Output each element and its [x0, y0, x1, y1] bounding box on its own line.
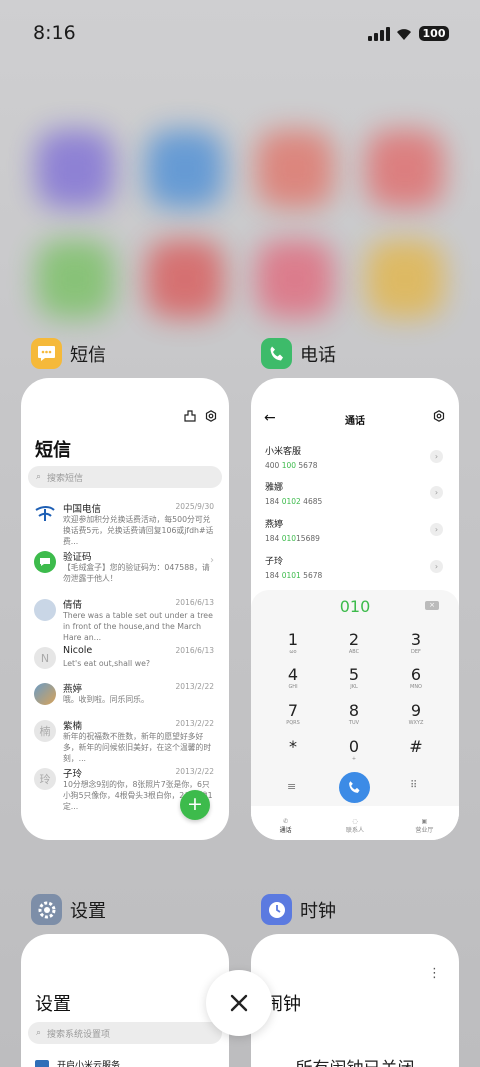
verification-code-avatar [34, 551, 56, 573]
dial-key-8[interactable]: 8 TUV [324, 702, 384, 727]
message-row[interactable]: 倩倩 2016/6/13 There was a table set out u… [21, 597, 229, 645]
clear-all-button[interactable] [206, 970, 272, 1036]
dial-key-1[interactable]: 1 ωo [263, 631, 323, 656]
dial-key-5[interactable]: 5 JKL [324, 666, 384, 691]
settings-title: 设置 [35, 994, 71, 1015]
store-icon: ▣ [421, 818, 428, 825]
contact-row[interactable]: 雅娜 184 0102 4685 › [265, 480, 445, 510]
avatar [34, 599, 56, 621]
dial-key-hash[interactable]: # [386, 738, 446, 756]
avatar [34, 683, 56, 705]
phone-icon [349, 781, 360, 793]
settings-app-card[interactable]: 设置 ⌕ 搜索系统设置项 开启小米云服务 [21, 934, 229, 1067]
dial-key-9[interactable]: 9 WXYZ [386, 702, 446, 727]
dial-key-6[interactable]: 6 MNO [386, 666, 446, 691]
app-name-settings: 设置 [70, 900, 106, 922]
wifi-icon [397, 29, 411, 40]
app-header-phone[interactable]: 电话 [261, 338, 336, 369]
more-options-icon[interactable]: ⋮ [428, 966, 441, 981]
avatar: N [34, 647, 56, 669]
dial-key-star[interactable]: * [263, 738, 323, 756]
avatar: 玲 [34, 768, 56, 790]
backspace-icon[interactable]: × [425, 601, 439, 610]
chevron-right-icon[interactable]: › [430, 450, 443, 463]
messages-search-input[interactable]: ⌕ 搜索短信 [28, 466, 222, 488]
messages-title: 短信 [35, 440, 71, 461]
chevron-right-icon[interactable]: › [430, 486, 443, 499]
cloud-icon [35, 1059, 49, 1067]
clean-brush-icon[interactable] [184, 410, 196, 422]
avatar: 楠 [34, 720, 56, 742]
search-icon: ⌕ [36, 472, 42, 482]
phone-header-title: 通话 [345, 416, 365, 427]
messages-app-icon [31, 338, 62, 369]
dial-key-0[interactable]: 0 + [324, 738, 384, 763]
settings-gear-icon[interactable] [205, 410, 217, 422]
dial-key-3[interactable]: 3 DEF [386, 631, 446, 656]
menu-icon[interactable]: ≡ [287, 780, 296, 793]
settings-gear-icon[interactable] [433, 410, 445, 422]
message-row[interactable]: 验证码 › 【毛绒盒子】您的验证码为：047588，请勿泄露于他人！ [21, 549, 229, 597]
new-message-button[interactable]: + [180, 790, 210, 820]
app-name-phone: 电话 [300, 344, 336, 366]
settings-item[interactable]: 开启小米云服务 [35, 1058, 120, 1067]
app-header-messages[interactable]: 短信 [31, 338, 106, 369]
phone-app-icon [261, 338, 292, 369]
phone-app-card[interactable]: ← 通话 小米客服 400 100 5678 › 雅娜 184 0102 468… [251, 378, 459, 840]
contact-row[interactable]: 小米客服 400 100 5678 › [265, 444, 445, 474]
status-bar: 8:16 100 [0, 0, 480, 66]
dial-key-2[interactable]: 2 ABC [324, 631, 384, 656]
search-icon: ⌕ [36, 1028, 42, 1038]
contact-row[interactable]: 燕婷 184 01015689 › [265, 517, 445, 547]
clock-app-card[interactable]: ⋮ 闹钟 所有闹钟已关闭 [251, 934, 459, 1067]
dial-key-4[interactable]: 4 GHI [263, 666, 323, 691]
message-row[interactable]: 楠 紫楠 2013/2/22 新年的祝福数不胜数，新年的愿望好多好多，新年的问候… [21, 718, 229, 766]
phone-bottom-nav: ✆ 通话 ◌ 联系人 ▣ 营业厅 [251, 806, 459, 840]
settings-app-icon [31, 894, 62, 925]
nav-contacts[interactable]: ◌ 联系人 [320, 806, 389, 840]
phone-icon: ✆ [283, 818, 289, 825]
chevron-right-icon[interactable]: › [430, 560, 443, 573]
contacts-icon: ◌ [352, 818, 358, 825]
app-header-settings[interactable]: 设置 [31, 894, 106, 925]
signal-icon [368, 27, 390, 41]
messages-app-card[interactable]: 短信 ⌕ 搜索短信 中国电信 2025/9/30 欢迎参加积分兑换话费活动，每5… [21, 378, 229, 840]
settings-search-input[interactable]: ⌕ 搜索系统设置项 [28, 1022, 222, 1044]
alarm-status: 所有闹钟已关闭 [251, 1054, 459, 1067]
status-time: 8:16 [33, 22, 76, 44]
search-placeholder: 搜索系统设置项 [47, 1029, 111, 1040]
close-icon [230, 994, 248, 1012]
china-telecom-avatar [34, 503, 56, 525]
app-header-clock[interactable]: 时钟 [261, 894, 336, 925]
chevron-right-icon[interactable]: › [430, 523, 443, 536]
app-name-messages: 短信 [70, 344, 106, 366]
message-row[interactable]: 中国电信 2025/9/30 欢迎参加积分兑换话费活动，每500分可兑换话费5元… [21, 501, 229, 549]
nav-business-hall[interactable]: ▣ 营业厅 [390, 806, 459, 840]
battery-icon: 100 [419, 26, 449, 41]
dial-key-7[interactable]: 7 PQRS [263, 702, 323, 727]
nav-calls[interactable]: ✆ 通话 [251, 806, 320, 840]
dialpad: 010 × 1 ωo 2 ABC 3 DEF 4 GHI 5 JKL 6 MNO 7 PQRS… [251, 590, 459, 840]
contact-row[interactable]: 子玲 184 0101 5678 › [265, 554, 445, 584]
search-placeholder: 搜索短信 [47, 473, 84, 484]
call-button[interactable] [339, 772, 370, 803]
clock-app-icon [261, 894, 292, 925]
keypad-grid-icon[interactable]: ⠿ [410, 780, 417, 791]
app-name-clock: 时钟 [300, 900, 336, 922]
